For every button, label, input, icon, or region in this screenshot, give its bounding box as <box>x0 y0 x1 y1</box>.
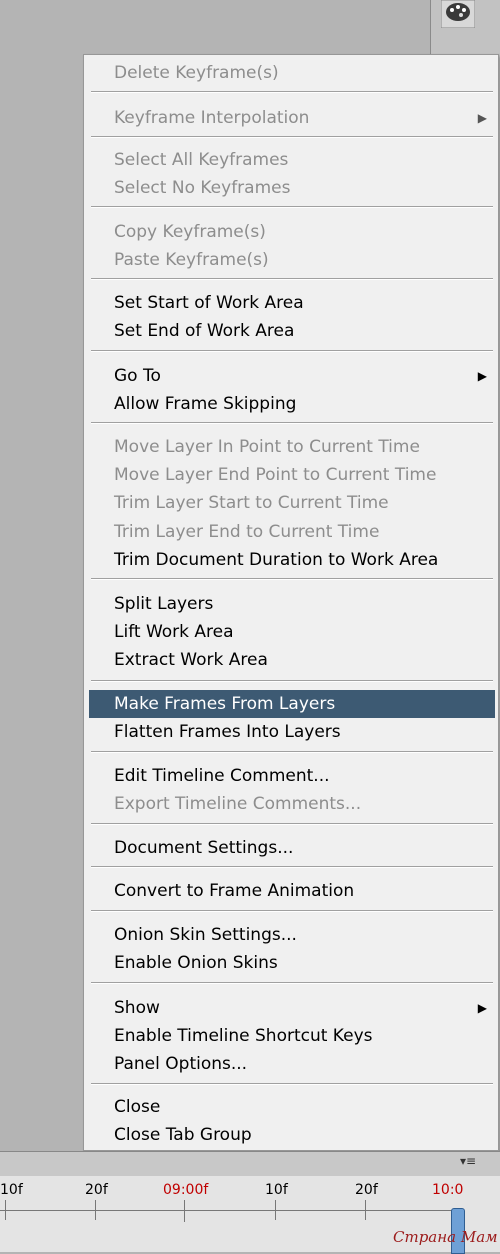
menu-item-make-frames-from-layers[interactable]: Make Frames From Layers <box>89 690 495 718</box>
menu-item-onion-skin-settings[interactable]: Onion Skin Settings... <box>89 921 495 949</box>
ruler-tick <box>365 1200 366 1220</box>
menu-item-select-no-keyframes[interactable]: Select No Keyframes <box>89 174 495 202</box>
ruler-tick <box>95 1200 96 1220</box>
ruler-tick <box>275 1200 276 1220</box>
menu-item-delete-keyframes[interactable]: Delete Keyframe(s) <box>89 59 495 87</box>
menu-item-lift-work-area[interactable]: Lift Work Area <box>89 618 495 646</box>
menu-item-edit-timeline-comment[interactable]: Edit Timeline Comment... <box>89 762 495 790</box>
menu-item-panel-options[interactable]: Panel Options... <box>89 1050 495 1078</box>
menu-item-convert-to-frame-animation[interactable]: Convert to Frame Animation <box>89 877 495 905</box>
menu-separator <box>91 1083 493 1085</box>
tick-label: 10:0 <box>432 1182 464 1198</box>
menu-item-go-to[interactable]: Go To ▶ <box>89 362 495 390</box>
menu-item-select-all-keyframes[interactable]: Select All Keyframes <box>89 146 495 174</box>
tick-label: 10f <box>0 1182 23 1198</box>
ruler-tick <box>184 1200 185 1222</box>
menu-separator <box>91 982 493 984</box>
submenu-arrow-icon: ▶ <box>477 369 487 383</box>
watermark: Страна Мам <box>393 1228 498 1246</box>
menu-separator <box>91 866 493 868</box>
menu-item-allow-frame-skipping[interactable]: Allow Frame Skipping <box>89 390 495 418</box>
menu-item-enable-timeline-shortcut-keys[interactable]: Enable Timeline Shortcut Keys <box>89 1022 495 1050</box>
menu-item-copy-keyframes[interactable]: Copy Keyframe(s) <box>89 218 495 246</box>
timeline-header <box>0 1151 500 1176</box>
menu-item-move-layer-end-point[interactable]: Move Layer End Point to Current Time <box>89 461 495 489</box>
menu-separator <box>91 422 493 424</box>
menu-item-trim-layer-end[interactable]: Trim Layer End to Current Time <box>89 518 495 546</box>
menu-item-document-settings[interactable]: Document Settings... <box>89 834 495 862</box>
menu-separator <box>91 751 493 753</box>
menu-separator <box>91 910 493 912</box>
ruler-line <box>0 1210 460 1211</box>
menu-item-split-layers[interactable]: Split Layers <box>89 590 495 618</box>
menu-item-close-tab-group[interactable]: Close Tab Group <box>89 1121 495 1149</box>
menu-separator <box>91 680 493 682</box>
menu-item-extract-work-area[interactable]: Extract Work Area <box>89 646 495 674</box>
menu-separator <box>91 350 493 352</box>
menu-separator <box>91 91 493 93</box>
menu-item-trim-document-duration[interactable]: Trim Document Duration to Work Area <box>89 546 495 574</box>
tick-label: 10f <box>265 1182 288 1198</box>
timeline-context-menu: Delete Keyframe(s) Keyframe Interpolatio… <box>83 54 499 1151</box>
panel-menu-icon[interactable]: ▾≡ <box>460 1154 488 1170</box>
ruler-tick <box>5 1200 6 1220</box>
tick-label: 20f <box>85 1182 108 1198</box>
menu-item-show[interactable]: Show ▶ <box>89 994 495 1022</box>
menu-item-paste-keyframes[interactable]: Paste Keyframe(s) <box>89 246 495 274</box>
current-time-label: 09:00f <box>163 1182 209 1198</box>
menu-separator <box>91 278 493 280</box>
menu-separator <box>91 578 493 580</box>
menu-item-keyframe-interpolation[interactable]: Keyframe Interpolation ▶ <box>89 104 495 132</box>
menu-item-flatten-frames-into-layers[interactable]: Flatten Frames Into Layers <box>89 718 495 746</box>
submenu-arrow-icon: ▶ <box>477 1001 487 1015</box>
menu-item-export-timeline-comments[interactable]: Export Timeline Comments... <box>89 790 495 818</box>
menu-item-trim-layer-start[interactable]: Trim Layer Start to Current Time <box>89 489 495 517</box>
menu-item-set-end-work-area[interactable]: Set End of Work Area <box>89 317 495 345</box>
menu-separator <box>91 823 493 825</box>
menu-item-move-layer-in-point[interactable]: Move Layer In Point to Current Time <box>89 433 495 461</box>
palette-icon[interactable] <box>441 0 475 28</box>
menu-item-close[interactable]: Close <box>89 1093 495 1121</box>
menu-item-enable-onion-skins[interactable]: Enable Onion Skins <box>89 949 495 977</box>
menu-item-set-start-work-area[interactable]: Set Start of Work Area <box>89 289 495 317</box>
menu-separator <box>91 206 493 208</box>
menu-separator <box>91 136 493 138</box>
submenu-arrow-icon: ▶ <box>477 111 487 125</box>
tick-label: 20f <box>355 1182 378 1198</box>
